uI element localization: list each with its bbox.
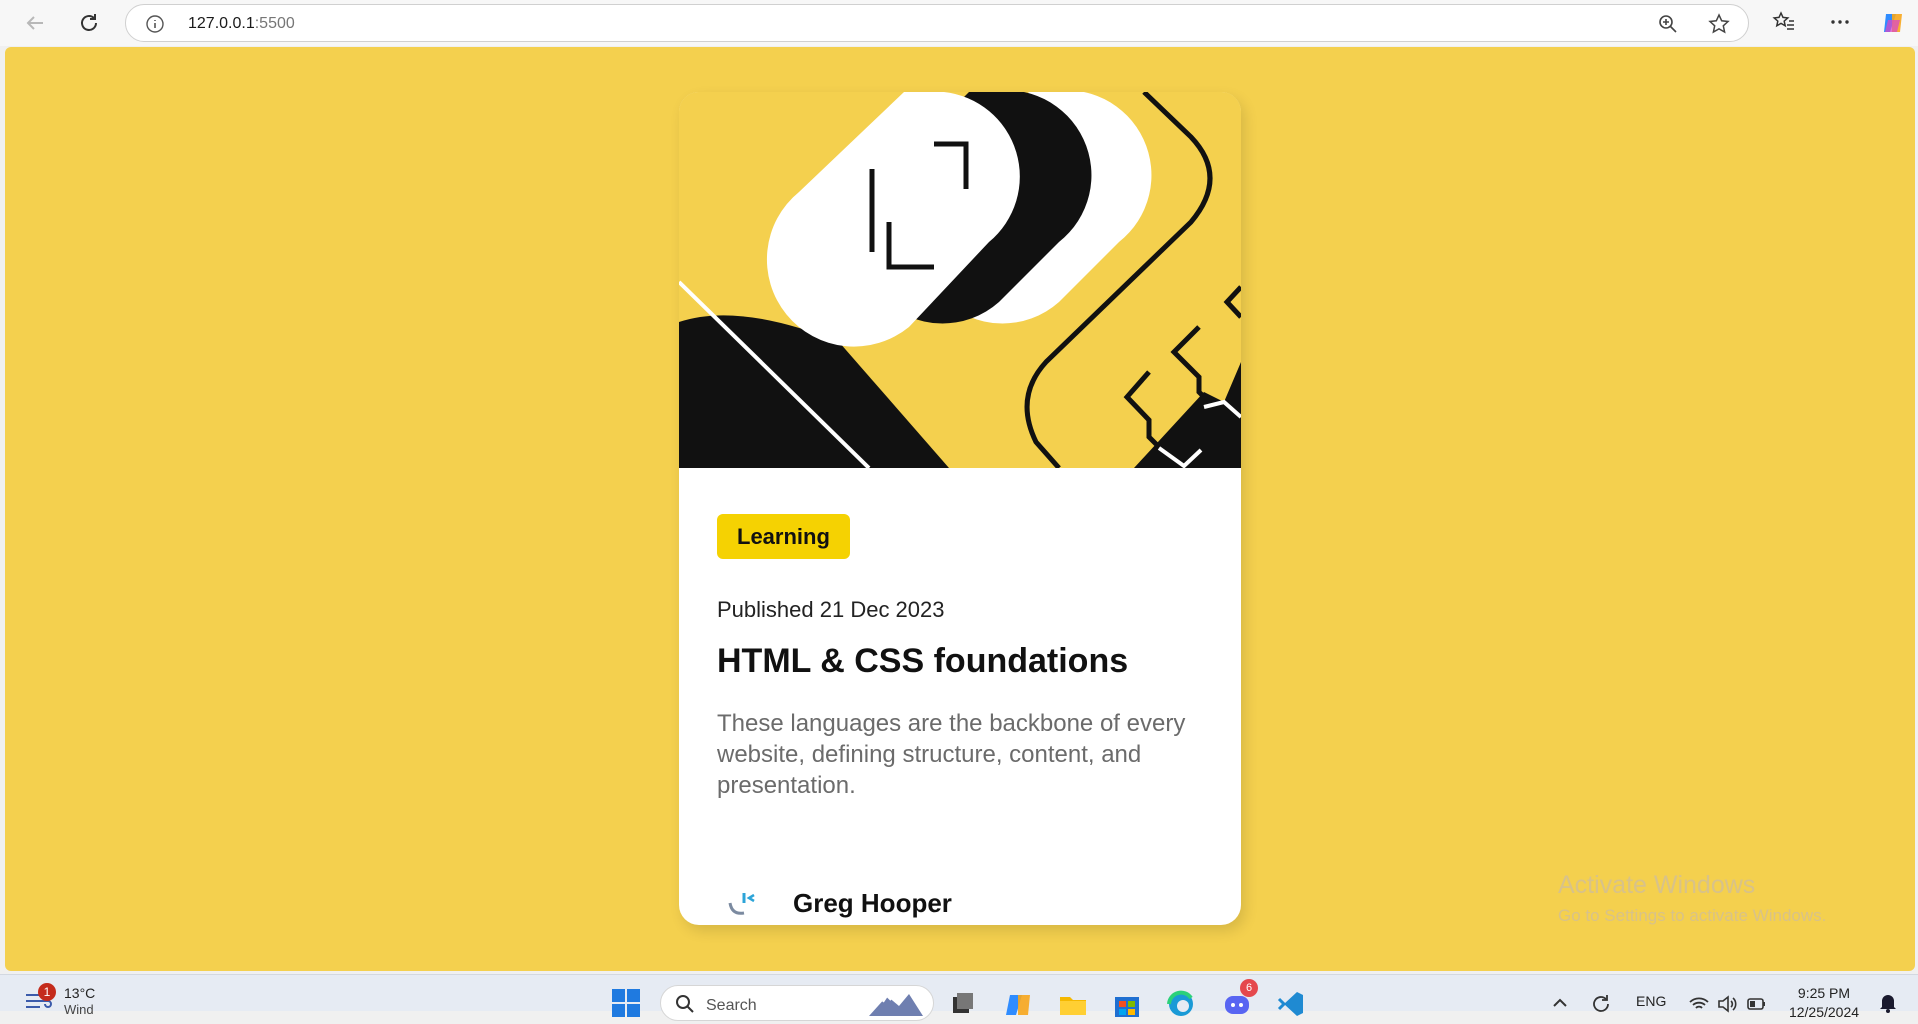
watermark-subtitle: Go to Settings to activate Windows.: [1558, 906, 1827, 925]
file-explorer-app[interactable]: [1058, 989, 1088, 1019]
volume-icon[interactable]: [1716, 993, 1738, 1015]
refresh-icon: [81, 14, 97, 31]
author-block: Greg Hooper: [717, 878, 952, 925]
clock-date: 12/25/2024: [1788, 1004, 1860, 1020]
chevron-up-icon[interactable]: [1550, 993, 1570, 1013]
clock-time: 9:25 PM: [1797, 985, 1851, 1001]
store-icon: [1115, 997, 1139, 1017]
task-view-icon: [953, 993, 973, 1013]
taskbar-clock[interactable]: 9:25 PM 12/25/2024: [1780, 985, 1868, 1020]
store-app[interactable]: [1112, 989, 1142, 1019]
copilot-icon[interactable]: [1880, 10, 1906, 36]
weather-condition: Wind: [64, 1002, 94, 1017]
vscode-app[interactable]: [1276, 989, 1306, 1019]
sync-icon[interactable]: [1590, 993, 1612, 1015]
copilot-app[interactable]: [1004, 989, 1034, 1019]
refresh-button[interactable]: [74, 8, 104, 38]
weather-temperature: 13°C: [64, 985, 96, 1001]
edge-icon: [1167, 990, 1193, 1016]
published-date: Published 21 Dec 2023: [717, 597, 945, 622]
url-host: 127.0.0.1: [188, 15, 255, 32]
search-placeholder: Search: [706, 997, 757, 1014]
edge-app[interactable]: [1166, 989, 1196, 1019]
notification-bell-icon[interactable]: [1878, 991, 1898, 1013]
taskbar-search[interactable]: Search: [660, 985, 934, 1021]
card-title[interactable]: HTML & CSS foundations: [717, 642, 1128, 681]
search-highlight-icon: [869, 994, 923, 1016]
vscode-icon: [1277, 992, 1303, 1016]
author-name: Greg Hooper: [793, 887, 952, 918]
task-view-app[interactable]: [948, 989, 978, 1019]
back-button[interactable]: [20, 8, 50, 38]
search-icon: [676, 995, 694, 1013]
folder-icon: [1060, 997, 1086, 1015]
url-text[interactable]: 127.0.0.1:5500: [188, 15, 295, 33]
url-port: :5500: [254, 15, 295, 32]
info-icon[interactable]: [146, 15, 164, 33]
windows-taskbar: 1 13°C Wind Search 6 ENG 9:25 PM 12/25/2…: [0, 974, 1918, 1021]
copilot-app-icon: [1006, 995, 1030, 1015]
windows-start-icon[interactable]: [612, 989, 640, 1017]
wifi-icon[interactable]: [1688, 993, 1710, 1015]
weather-alert-badge: 1: [38, 983, 56, 1001]
author-avatar: [717, 878, 767, 925]
back-arrow-icon: [26, 16, 43, 30]
more-options-icon[interactable]: [1828, 10, 1852, 34]
watermark-title: Activate Windows: [1558, 871, 1756, 899]
avatar-image: [728, 893, 755, 915]
category-tag[interactable]: Learning: [717, 514, 850, 559]
blog-preview-card: Learning Published 21 Dec 2023 HTML & CS…: [679, 92, 1241, 925]
activate-windows-watermark: Activate Windows Go to Settings to activ…: [1558, 871, 1826, 926]
browser-toolbar: 127.0.0.1:5500: [0, 0, 1918, 46]
battery-icon[interactable]: [1746, 993, 1768, 1015]
discord-badge: 6: [1240, 979, 1258, 997]
card-description: These languages are the backbone of ever…: [717, 710, 1186, 799]
page-viewport: Learning Published 21 Dec 2023 HTML & CS…: [5, 47, 1915, 971]
card-illustration: [679, 92, 1241, 468]
favorite-star-icon[interactable]: [1708, 13, 1730, 35]
language-indicator[interactable]: ENG: [1636, 993, 1666, 1009]
favorites-icon[interactable]: [1772, 10, 1796, 34]
zoom-icon[interactable]: [1658, 14, 1678, 34]
address-bar[interactable]: 127.0.0.1:5500: [125, 4, 1749, 42]
